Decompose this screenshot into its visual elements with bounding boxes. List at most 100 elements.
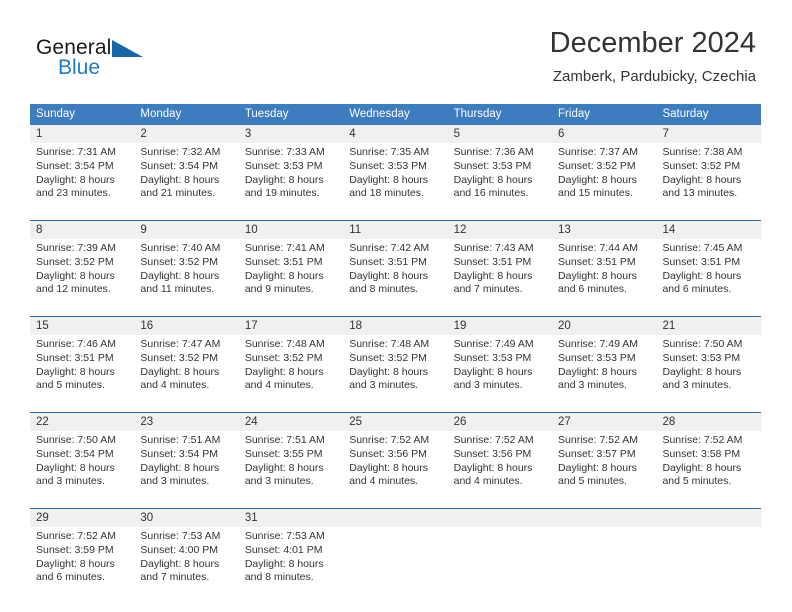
day-number[interactable]: 23: [134, 413, 238, 431]
day-number[interactable]: 5: [448, 125, 552, 143]
day-cell[interactable]: Sunrise: 7:50 AM Sunset: 3:54 PM Daylight:…: [30, 431, 134, 499]
day-detail-line: Sunset: 3:54 PM: [36, 447, 114, 460]
day-number[interactable]: 9: [134, 221, 238, 239]
day-cell[interactable]: Sunrise: 7:50 AM Sunset: 3:53 PM Daylight:…: [656, 335, 760, 403]
day-detail-line: Sunset: 4:01 PM: [244, 543, 323, 556]
day-detail-line: and 8 minutes.: [244, 571, 314, 584]
day-detail-line: Daylight: 8 hours: [244, 173, 324, 186]
day-number[interactable]: 26: [448, 413, 552, 431]
day-number[interactable]: 16: [134, 317, 238, 335]
day-cell[interactable]: Sunrise: 7:52 AM Sunset: 3:59 PM Daylight:…: [30, 527, 134, 595]
day-cell[interactable]: Sunrise: 7:48 AM Sunset: 3:52 PM Daylight:…: [239, 335, 343, 403]
day-cell[interactable]: Sunrise: 7:33 AM Sunset: 3:53 PM Daylight:…: [239, 143, 343, 211]
day-cell[interactable]: Sunrise: 7:39 AM Sunset: 3:52 PM Daylight:…: [30, 239, 134, 307]
weekday-header-row: Sunday Monday Tuesday Wednesday Thursday Frid…: [30, 104, 761, 125]
day-detail-line: Sunset: 3:54 PM: [140, 159, 219, 172]
day-detail-line: and 7 minutes.: [140, 571, 210, 584]
day-cell[interactable]: Sunrise: 7:40 AM Sunset: 3:52 PM Daylight:…: [134, 239, 238, 307]
day-number[interactable]: 8: [30, 221, 134, 239]
day-cell[interactable]: Sunrise: 7:48 AM Sunset: 3:52 PM Daylight:…: [343, 335, 447, 403]
day-cell[interactable]: Sunrise: 7:31 AM Sunset: 3:54 PM Daylight:…: [30, 143, 134, 211]
day-cell[interactable]: Sunrise: 7:46 AM Sunset: 3:51 PM Daylight:…: [30, 335, 134, 403]
day-detail-line: Sunset: 3:52 PM: [36, 255, 114, 268]
day-cell[interactable]: Sunrise: 7:37 AM Sunset: 3:52 PM Daylight:…: [552, 143, 656, 211]
day-cell[interactable]: Sunrise: 7:49 AM Sunset: 3:53 PM Daylight:…: [552, 335, 656, 403]
day-cell[interactable]: Sunrise: 7:49 AM Sunset: 3:53 PM Daylight:…: [448, 335, 552, 403]
calendar-page: General Blue December 2024 Zamberk, Pard…: [0, 0, 792, 612]
day-cell[interactable]: Sunrise: 7:52 AM Sunset: 3:58 PM Daylight:…: [656, 431, 760, 499]
general-blue-logo[interactable]: General Blue: [36, 36, 256, 86]
day-detail-line: Sunrise: 7:53 AM: [140, 530, 221, 542]
day-number[interactable]: 3: [239, 125, 343, 143]
day-cell[interactable]: Sunrise: 7:51 AM Sunset: 3:55 PM Daylight:…: [239, 431, 343, 499]
day-number[interactable]: 20: [552, 317, 656, 335]
day-detail-line: Daylight: 8 hours: [244, 461, 324, 474]
day-number[interactable]: 10: [239, 221, 343, 239]
day-cell[interactable]: Sunrise: 7:35 AM Sunset: 3:53 PM Daylight:…: [343, 143, 447, 211]
day-number[interactable]: 18: [343, 317, 447, 335]
day-detail-line: Sunrise: 7:39 AM: [36, 242, 116, 254]
day-number[interactable]: 14: [656, 221, 760, 239]
day-number[interactable]: 31: [239, 509, 343, 527]
day-detail-line: and 6 minutes.: [558, 283, 627, 296]
day-cell[interactable]: Sunrise: 7:41 AM Sunset: 3:51 PM Daylight:…: [239, 239, 343, 307]
day-cell[interactable]: Sunrise: 7:44 AM Sunset: 3:51 PM Daylight:…: [552, 239, 656, 307]
day-detail-line: Sunset: 3:52 PM: [140, 351, 219, 364]
day-cell[interactable]: Sunrise: 7:52 AM Sunset: 3:57 PM Daylight:…: [552, 431, 656, 499]
day-cell[interactable]: Sunrise: 7:52 AM Sunset: 3:56 PM Daylight:…: [343, 431, 447, 499]
day-cell[interactable]: Sunrise: 7:43 AM Sunset: 3:51 PM Daylight:…: [448, 239, 552, 307]
day-detail-line: Sunrise: 7:32 AM: [140, 146, 221, 158]
day-number[interactable]: 15: [30, 317, 134, 335]
day-cell[interactable]: Sunrise: 7:51 AM Sunset: 3:54 PM Daylight:…: [134, 431, 238, 499]
day-detail-line: Sunset: 3:51 PM: [244, 255, 323, 268]
day-detail-line: Sunset: 3:52 PM: [558, 159, 636, 172]
day-number[interactable]: 2: [134, 125, 238, 143]
day-detail-line: and 9 minutes.: [244, 283, 314, 296]
day-detail-line: Sunrise: 7:44 AM: [558, 242, 638, 254]
day-cell-empty: [448, 527, 552, 595]
day-cell[interactable]: Sunrise: 7:38 AM Sunset: 3:52 PM Daylight:…: [656, 143, 760, 211]
day-number[interactable]: 13: [552, 221, 656, 239]
day-number[interactable]: 4: [343, 125, 447, 143]
day-cell[interactable]: Sunrise: 7:53 AM Sunset: 4:01 PM Daylight:…: [239, 527, 343, 595]
day-detail-line: Daylight: 8 hours: [453, 365, 533, 378]
day-detail-line: Sunrise: 7:42 AM: [349, 242, 430, 254]
day-number[interactable]: 22: [30, 413, 134, 431]
day-detail-line: Sunset: 3:51 PM: [349, 255, 427, 268]
day-detail-line: Sunrise: 7:47 AM: [140, 338, 221, 350]
day-detail-line: Sunset: 3:52 PM: [662, 159, 741, 172]
day-detail-line: Sunrise: 7:35 AM: [349, 146, 430, 158]
day-detail-line: Daylight: 8 hours: [140, 557, 220, 570]
day-number[interactable]: 30: [134, 509, 238, 527]
weekday-header-tuesday: Tuesday: [244, 108, 289, 120]
title-block: December 2024 Zamberk, Pardubicky, Czech…: [550, 26, 756, 86]
day-cell[interactable]: Sunrise: 7:53 AM Sunset: 4:00 PM Daylight:…: [134, 527, 238, 595]
day-cell[interactable]: Sunrise: 7:36 AM Sunset: 3:53 PM Daylight:…: [448, 143, 552, 211]
day-detail-line: Sunset: 3:53 PM: [558, 351, 636, 364]
weekday-header-thursday: Thursday: [453, 108, 502, 120]
day-number[interactable]: 12: [448, 221, 552, 239]
day-number[interactable]: 25: [343, 413, 447, 431]
day-number[interactable]: 19: [448, 317, 552, 335]
day-detail-line: Sunrise: 7:38 AM: [662, 146, 743, 158]
day-cell[interactable]: Sunrise: 7:52 AM Sunset: 3:56 PM Daylight:…: [448, 431, 552, 499]
page-title: December 2024: [549, 27, 756, 59]
day-number[interactable]: 6: [552, 125, 656, 143]
day-cell[interactable]: Sunrise: 7:32 AM Sunset: 3:54 PM Daylight:…: [134, 143, 238, 211]
day-number[interactable]: 11: [343, 221, 447, 239]
day-number[interactable]: 17: [239, 317, 343, 335]
day-cell[interactable]: Sunrise: 7:42 AM Sunset: 3:51 PM Daylight:…: [343, 239, 447, 307]
day-number[interactable]: 24: [239, 413, 343, 431]
weekday-header-sunday: Sunday: [36, 108, 76, 120]
day-number[interactable]: 21: [656, 317, 760, 335]
day-number[interactable]: 28: [656, 413, 760, 431]
day-number[interactable]: 29: [30, 509, 134, 527]
day-number[interactable]: 27: [552, 413, 656, 431]
day-detail-line: and 6 minutes.: [36, 571, 105, 584]
day-detail-line: Sunset: 3:52 PM: [349, 351, 427, 364]
day-number[interactable]: 7: [656, 125, 760, 143]
day-number[interactable]: 1: [30, 125, 134, 143]
day-cell[interactable]: Sunrise: 7:47 AM Sunset: 3:52 PM Daylight:…: [134, 335, 238, 403]
day-detail-line: Sunrise: 7:49 AM: [558, 338, 638, 350]
day-cell[interactable]: Sunrise: 7:45 AM Sunset: 3:51 PM Daylight:…: [656, 239, 760, 307]
